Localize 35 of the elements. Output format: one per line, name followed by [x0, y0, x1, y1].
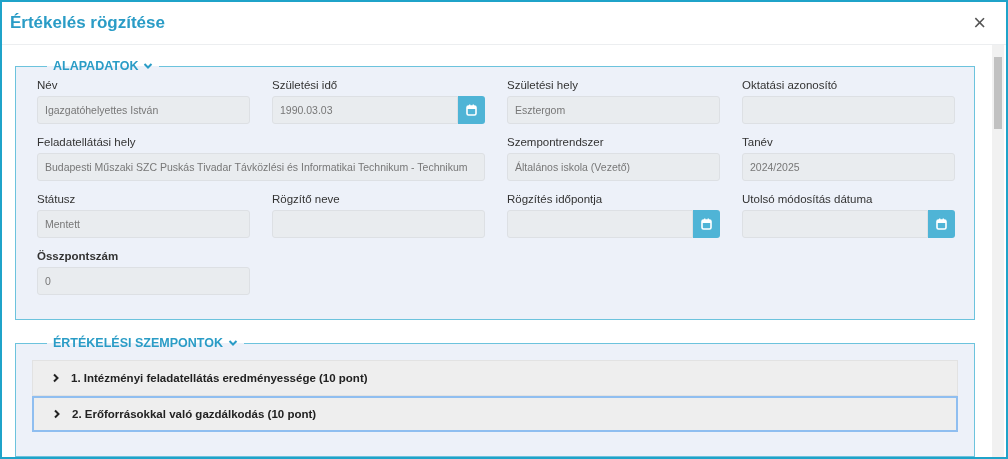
calendar-button[interactable] — [928, 210, 955, 238]
text-field[interactable]: Mentett — [37, 210, 250, 238]
field-label: Utolsó módosítás dátuma — [742, 193, 874, 205]
calendar-icon — [701, 218, 712, 230]
section-toggle[interactable]: ALAPADATOK — [53, 59, 154, 73]
close-button[interactable]: × — [969, 12, 990, 34]
calendar-icon — [936, 218, 947, 230]
field-label: Születési idő — [272, 79, 339, 91]
date-field[interactable] — [742, 210, 928, 238]
calendar-button[interactable] — [693, 210, 720, 238]
accordion-item[interactable]: 2. Erőforrásokkal való gazdálkodás (10 pont) — [32, 396, 958, 432]
text-field[interactable]: 0 — [37, 267, 250, 295]
text-field[interactable]: Általános iskola (Vezető) — [507, 153, 720, 181]
field-label: Összpontszám — [37, 250, 120, 262]
field-label: Státusz — [37, 193, 77, 205]
field-label: Rögzítő neve — [272, 193, 341, 205]
field-label: Név — [37, 79, 59, 91]
calendar-icon — [466, 104, 477, 116]
field-label: Feladatellátási hely — [37, 136, 137, 148]
field-label: Szempontrendszer — [507, 136, 605, 148]
field-label: Rögzítés időpontja — [507, 193, 604, 205]
text-field[interactable]: 2024/2025 — [742, 153, 955, 181]
text-field[interactable]: Esztergom — [507, 96, 720, 124]
field-label: Tanév — [742, 136, 774, 148]
text-field[interactable]: Budapesti Műszaki SZC Puskás Tivadar Távközlési és Informatikai Technikum - Technikum — [37, 153, 485, 181]
field-label: Oktatási azonosító — [742, 79, 839, 91]
section-toggle[interactable]: ÉRTÉKELÉSI SZEMPONTOK — [53, 336, 238, 350]
date-field[interactable] — [507, 210, 693, 238]
field-label: Születési hely — [507, 79, 579, 91]
text-field[interactable]: Igazgatóhelyettes István — [37, 96, 250, 124]
calendar-button[interactable] — [458, 96, 485, 124]
date-field[interactable]: 1990.03.03 — [272, 96, 458, 124]
accordion-item[interactable]: 1. Intézményi feladatellátás eredményessége (10 pont) — [32, 360, 958, 396]
dialog-title: Értékelés rögzítése — [10, 13, 165, 33]
scrollbar[interactable] — [992, 45, 1004, 457]
